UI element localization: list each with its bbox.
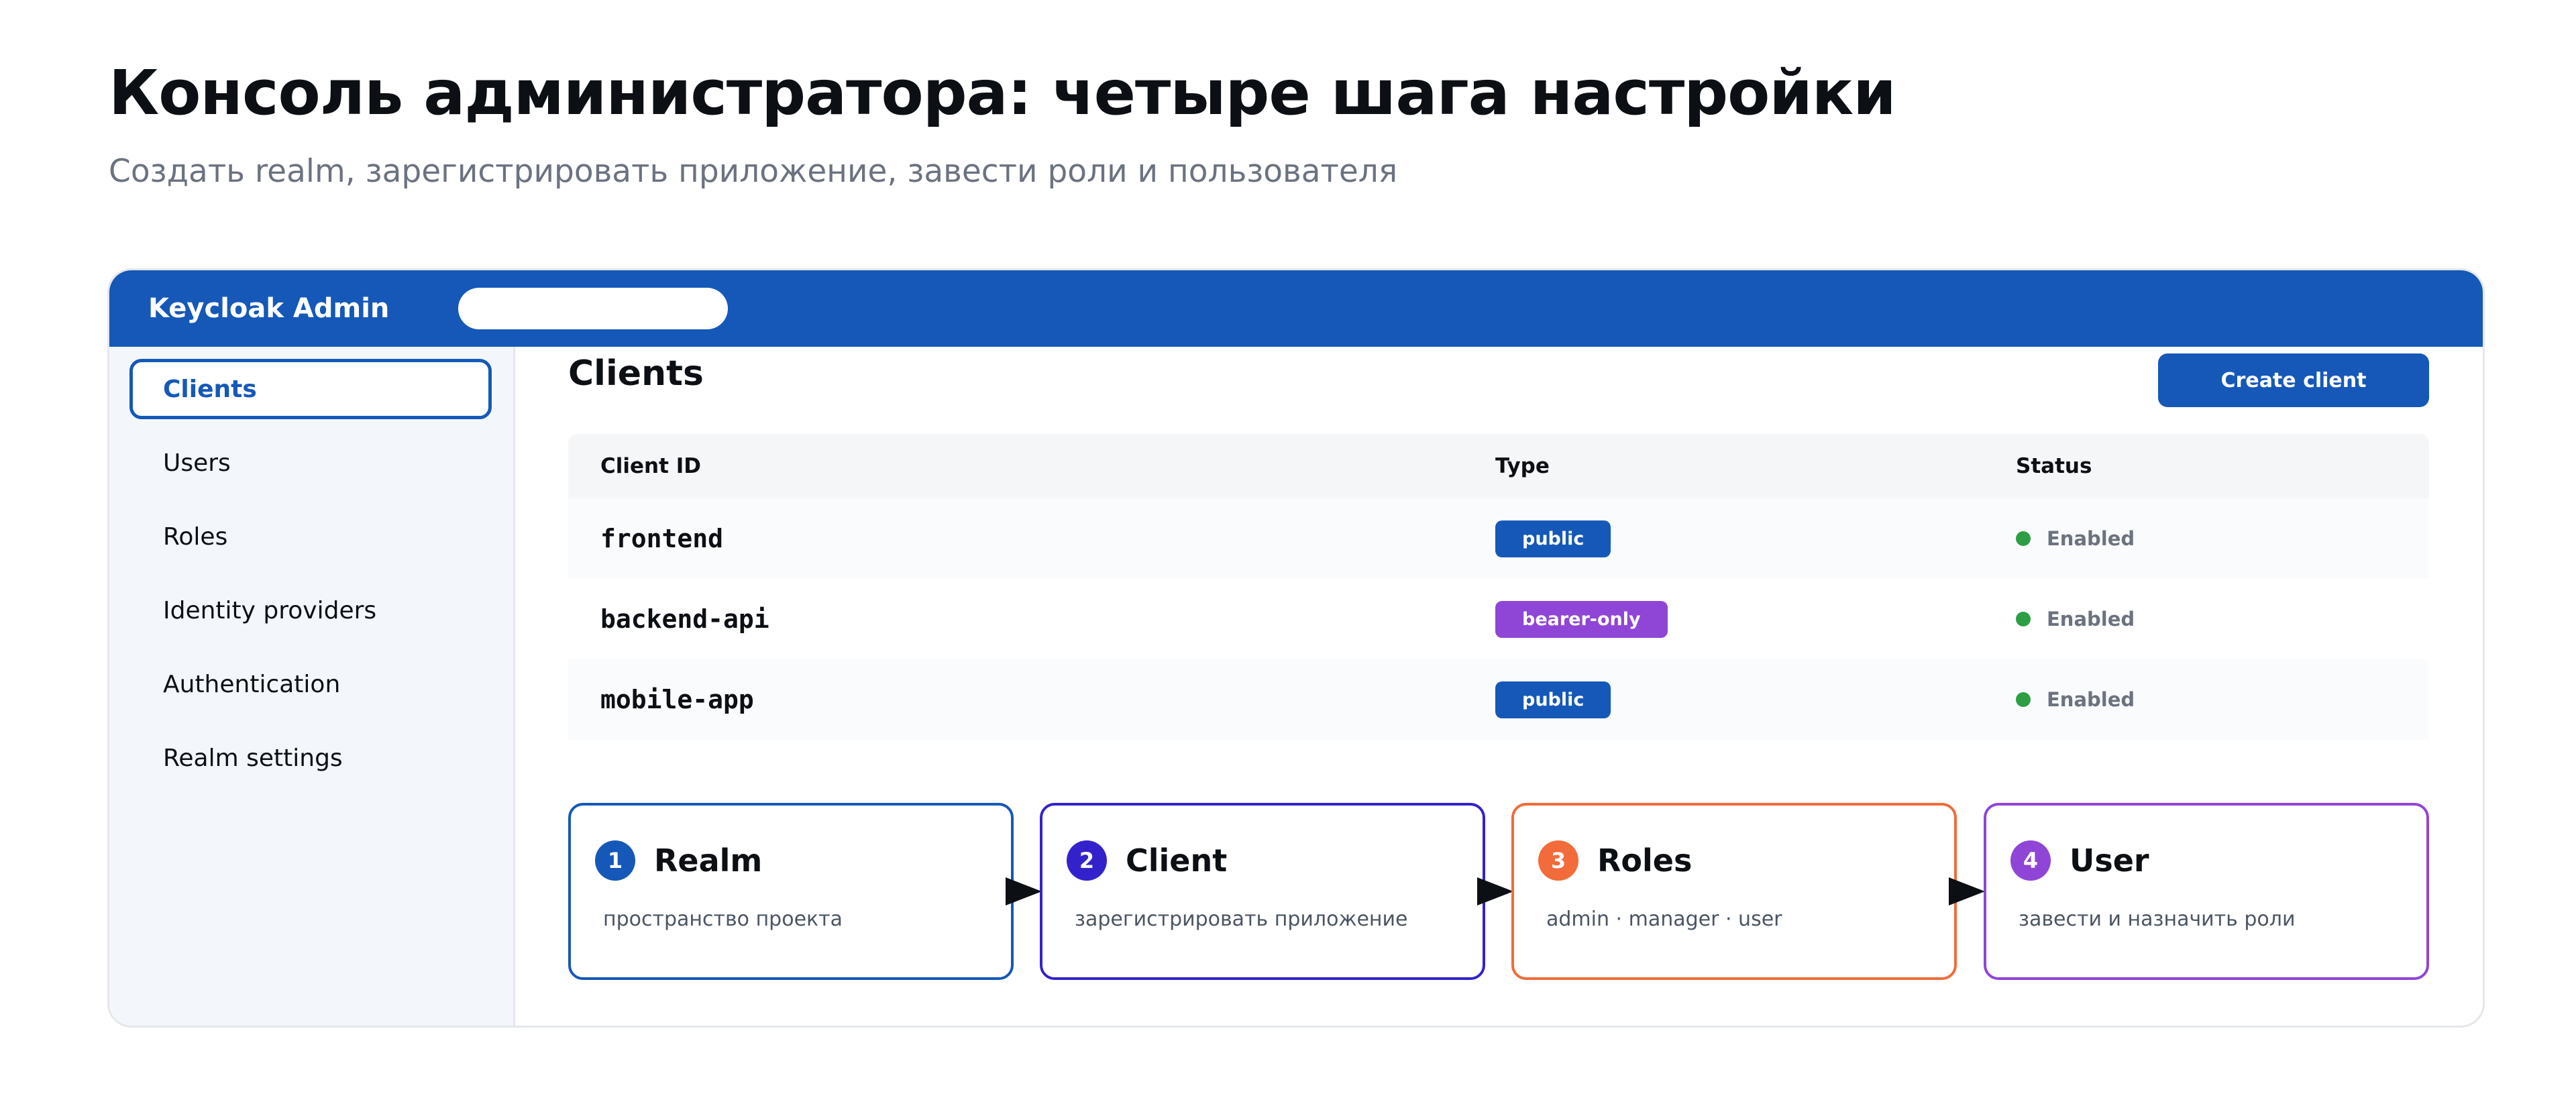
step-number-badge: 3 <box>1538 840 1578 881</box>
setup-steps: 1 Realm пространство проекта 2 Client за… <box>568 803 2429 981</box>
table-row[interactable]: frontend public Enabled <box>568 498 2429 579</box>
step-card-roles: 3 Roles admin · manager · user <box>1511 803 1957 980</box>
brand-title: Keycloak Admin <box>148 293 390 324</box>
column-header-type: Type <box>1495 454 1550 478</box>
sidebar-item-label: Roles <box>163 522 228 551</box>
step-description: admin · manager · user <box>1546 908 1782 931</box>
client-id-cell[interactable]: frontend <box>600 524 723 553</box>
column-header-client-id: Client ID <box>600 454 701 478</box>
step-card-client: 2 Client зарегистрировать приложение <box>1040 803 1485 980</box>
sidebar-item-label: Users <box>163 449 231 477</box>
clients-heading: Clients <box>568 353 704 394</box>
sidebar-item-roles[interactable]: Roles <box>129 506 492 567</box>
status-dot-icon <box>2016 531 2031 546</box>
client-type-badge: public <box>1495 520 1611 557</box>
step-description: зарегистрировать приложение <box>1075 908 1408 931</box>
arrow-right-icon <box>1949 877 1985 905</box>
step-card-user: 4 User завести и назначить роли <box>1984 803 2429 980</box>
status-text: Enabled <box>2047 608 2135 630</box>
arrow-right-icon <box>1006 877 1042 905</box>
sidebar-item-label: Authentication <box>163 670 341 698</box>
step-description: завести и назначить роли <box>2019 908 2296 931</box>
sidebar-item-realm-settings[interactable]: Realm settings <box>129 728 492 788</box>
search-input[interactable] <box>458 288 728 329</box>
step-number-badge: 2 <box>1067 840 1107 881</box>
top-bar: Keycloak Admin <box>109 270 2483 347</box>
arrow-right-icon <box>1477 877 1513 905</box>
page-subtitle: Создать realm, зарегистрировать приложен… <box>109 153 1398 190</box>
table-row[interactable]: mobile-app public Enabled <box>568 659 2429 740</box>
step-description: пространство проекта <box>603 908 843 931</box>
step-title: Realm <box>654 842 763 879</box>
step-number-badge: 1 <box>595 840 635 881</box>
step-title: Client <box>1126 842 1228 879</box>
sidebar-item-users[interactable]: Users <box>129 433 492 493</box>
status-text: Enabled <box>2047 527 2135 550</box>
status-dot-icon <box>2016 612 2031 626</box>
sidebar-item-authentication[interactable]: Authentication <box>129 654 492 714</box>
table-row[interactable]: backend-api bearer-only Enabled <box>568 579 2429 659</box>
sidebar-item-clients[interactable]: Clients <box>129 359 492 419</box>
step-card-realm: 1 Realm пространство проекта <box>568 803 1014 980</box>
step-number-badge: 4 <box>2010 840 2051 881</box>
clients-table: Client ID Type Status frontend public En… <box>568 434 2429 740</box>
status-dot-icon <box>2016 692 2031 707</box>
client-id-cell[interactable]: mobile-app <box>600 685 754 714</box>
column-header-status: Status <box>2016 454 2092 478</box>
sidebar-item-label: Realm settings <box>163 744 343 772</box>
sidebar-item-identity-providers[interactable]: Identity providers <box>129 580 492 641</box>
create-client-button[interactable]: Create client <box>2158 353 2429 407</box>
sidebar-item-label: Clients <box>163 375 257 403</box>
status-text: Enabled <box>2047 688 2135 711</box>
page-title: Консоль администратора: четыре шага наст… <box>109 57 1896 129</box>
sidebar-item-label: Identity providers <box>163 596 377 624</box>
table-header: Client ID Type Status <box>568 434 2429 498</box>
step-title: Roles <box>1597 842 1693 879</box>
sidebar: Clients Users Roles Identity providers A… <box>109 347 515 1026</box>
step-title: User <box>2070 842 2149 879</box>
app-window: Keycloak Admin Clients Users Roles Ident… <box>107 268 2485 1028</box>
client-type-badge: bearer-only <box>1495 600 1668 638</box>
client-type-badge: public <box>1495 681 1611 718</box>
client-id-cell[interactable]: backend-api <box>600 604 769 634</box>
